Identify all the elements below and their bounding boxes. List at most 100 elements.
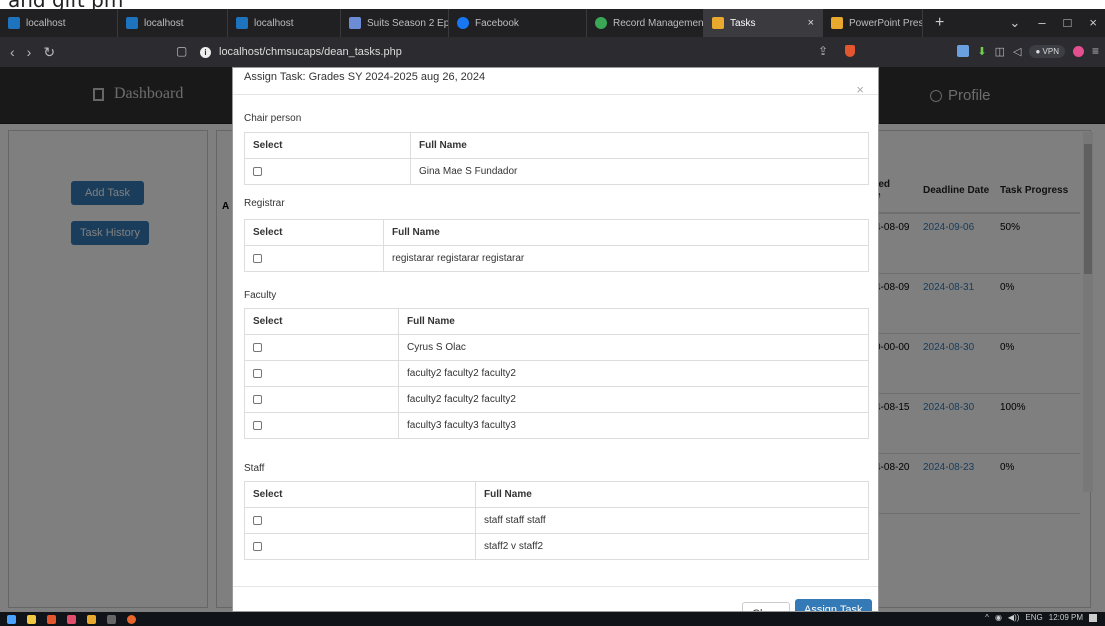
brave-icon[interactable]	[47, 614, 56, 624]
browser-icon[interactable]	[127, 614, 136, 624]
share-icon[interactable]: ⇪	[818, 44, 828, 58]
volume-icon[interactable]: ◀))	[1008, 613, 1019, 622]
tab-localhost-1[interactable]: localhost	[0, 9, 118, 37]
tab-search-icon[interactable]: ⌄	[1009, 15, 1020, 31]
full-name-header: Full Name	[398, 308, 869, 335]
clock[interactable]: 12:09 PM	[1049, 613, 1083, 622]
member-name: Gina Mae S Fundador	[410, 158, 869, 185]
assign-task-button[interactable]: Assign Task	[795, 599, 872, 611]
file-explorer-icon[interactable]	[27, 614, 36, 624]
sidebar-icon[interactable]: ◫	[995, 45, 1005, 58]
facebook-icon	[457, 17, 469, 29]
select-checkbox[interactable]	[253, 515, 262, 525]
rewards-icon[interactable]: ◁	[1013, 45, 1021, 58]
top-strip: and gift pm	[0, 0, 1105, 9]
assign-task-modal: Assign Task: Grades SY 2024-2025 aug 26,…	[232, 67, 879, 612]
tab-powerpoint[interactable]: PowerPoint Presenta	[823, 9, 923, 37]
forward-icon[interactable]: ›	[27, 44, 32, 61]
tab-localhost-3[interactable]: localhost	[228, 9, 341, 37]
tab-label: Record Managemen	[613, 17, 704, 29]
tab-suits[interactable]: Suits Season 2 Episoc	[341, 9, 449, 37]
faculty-table: Select Full Name Cyrus S Olac faculty2 fa…	[244, 308, 869, 439]
select-checkbox[interactable]	[253, 394, 262, 404]
select-checkbox[interactable]	[253, 342, 262, 352]
select-checkbox[interactable]	[253, 253, 262, 263]
window-controls: ⌄ – □ ×	[1009, 15, 1105, 31]
record-icon	[595, 17, 607, 29]
extension-icon[interactable]	[957, 45, 970, 57]
brave-shield-icon[interactable]	[845, 45, 855, 57]
select-checkbox[interactable]	[253, 420, 262, 430]
select-header: Select	[244, 219, 384, 246]
network-icon[interactable]: ◉	[995, 613, 1002, 622]
member-name: staff staff staff	[475, 507, 869, 534]
wallet-icon[interactable]	[1072, 45, 1084, 57]
tab-record-management[interactable]: Record Managemen	[587, 9, 704, 37]
close-icon[interactable]: ×	[856, 82, 864, 97]
member-name: Cyrus S Olac	[398, 334, 869, 361]
section-label-faculty: Faculty	[244, 290, 277, 301]
select-header: Select	[244, 132, 411, 159]
table-row: registarar registarar registarar	[244, 245, 869, 272]
member-name: staff2 v staff2	[475, 533, 869, 560]
member-name: faculty2 faculty2 faculty2	[398, 386, 869, 413]
tab-localhost-2[interactable]: localhost	[118, 9, 228, 37]
menu-icon[interactable]: ≡	[1092, 44, 1099, 58]
section-label-chair: Chair person	[244, 113, 302, 124]
tab-facebook[interactable]: Facebook	[449, 9, 587, 37]
localhost-icon	[126, 17, 138, 29]
language-label[interactable]: ENG	[1025, 613, 1042, 622]
info-icon[interactable]: i	[200, 46, 211, 58]
tray-arrow-icon[interactable]: ^	[985, 613, 989, 622]
table-row: faculty2 faculty2 faculty2	[244, 386, 869, 413]
modal-header: Assign Task: Grades SY 2024-2025 aug 26,…	[233, 68, 878, 97]
tab-label: PowerPoint Presenta	[849, 17, 923, 29]
browser-tab-bar: localhost localhost localhost Suits Seas…	[0, 9, 1105, 37]
chair-table: Select Full Name Gina Mae S Fundador	[244, 132, 869, 185]
extensions: ⬇ ◫ ◁ ● VPN ≡	[957, 44, 1099, 58]
video-icon	[349, 17, 361, 29]
reload-icon[interactable]: ↻	[43, 44, 55, 61]
select-checkbox[interactable]	[253, 541, 262, 551]
select-checkbox[interactable]	[253, 166, 262, 176]
select-header: Select	[244, 308, 399, 335]
member-name: faculty2 faculty2 faculty2	[398, 360, 869, 387]
modal-footer: Close Assign Task	[233, 586, 878, 611]
select-checkbox[interactable]	[253, 368, 262, 378]
full-name-header: Full Name	[383, 219, 869, 246]
taskbar-icons	[0, 614, 136, 624]
maximize-icon[interactable]: □	[1064, 15, 1072, 31]
member-name: registarar registarar registarar	[383, 245, 869, 272]
table-row: faculty2 faculty2 faculty2	[244, 360, 869, 387]
close-button[interactable]: Close	[742, 602, 791, 611]
tasks-app-icon[interactable]	[87, 614, 96, 624]
system-tray: ^ ◉ ◀)) ENG 12:09 PM	[985, 613, 1097, 622]
section-label-staff: Staff	[244, 463, 265, 474]
tab-tasks[interactable]: Tasks ×	[704, 9, 823, 37]
table-row: Gina Mae S Fundador	[244, 158, 869, 185]
minimize-icon[interactable]: –	[1038, 15, 1045, 31]
terminal-icon[interactable]	[107, 614, 116, 624]
tab-label: localhost	[254, 17, 294, 29]
notification-icon[interactable]	[1089, 613, 1097, 622]
registrar-table: Select Full Name registarar registarar re…	[244, 219, 869, 272]
url-field[interactable]: i localhost/chmsucaps/dean_tasks.php	[200, 41, 900, 63]
url-text: localhost/chmsucaps/dean_tasks.php	[219, 46, 402, 58]
full-name-header: Full Name	[475, 481, 869, 508]
os-taskbar: ^ ◉ ◀)) ENG 12:09 PM	[0, 612, 1105, 626]
back-icon[interactable]: ‹	[10, 44, 15, 61]
table-row: staff staff staff	[244, 507, 869, 534]
app-icon[interactable]	[67, 614, 76, 624]
close-tab-icon[interactable]: ×	[808, 17, 814, 29]
localhost-icon	[8, 17, 20, 29]
section-label-registrar: Registrar	[244, 198, 285, 209]
close-window-icon[interactable]: ×	[1089, 15, 1097, 31]
new-tab-button[interactable]: +	[923, 14, 956, 32]
bookmark-icon[interactable]: ▢	[176, 44, 187, 58]
vpn-badge[interactable]: ● VPN	[1029, 44, 1065, 58]
start-icon[interactable]	[7, 614, 16, 624]
localhost-icon	[236, 17, 248, 29]
tab-label: Facebook	[475, 17, 519, 29]
download-icon[interactable]: ⬇	[977, 45, 986, 58]
select-header: Select	[244, 481, 476, 508]
